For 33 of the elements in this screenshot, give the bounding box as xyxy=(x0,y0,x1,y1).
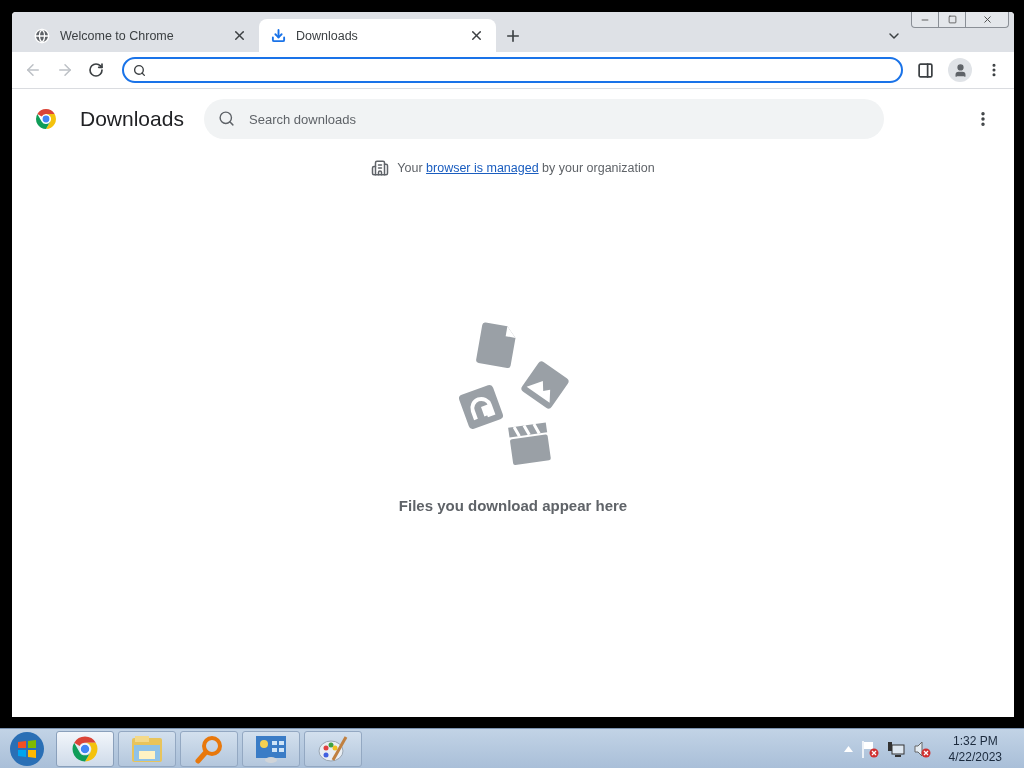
taskbar-app-button[interactable] xyxy=(304,730,362,767)
control-panel-icon xyxy=(255,733,287,764)
page-title: Downloads xyxy=(80,107,185,131)
side-panel-icon[interactable] xyxy=(917,61,934,79)
folder-icon xyxy=(131,734,163,763)
building-icon xyxy=(371,159,390,177)
managed-notice: Your browser is managed by your organization xyxy=(397,161,655,175)
taskbar-app-button[interactable] xyxy=(56,730,114,767)
browser-tab[interactable]: Downloads xyxy=(259,19,496,52)
clock[interactable]: 1:32 PM 4/22/2023 xyxy=(948,732,1002,765)
download-icon xyxy=(271,28,286,43)
search-icon xyxy=(218,110,235,127)
profile-button[interactable] xyxy=(948,58,972,82)
maximize-icon[interactable] xyxy=(947,15,957,24)
volume-muted-icon[interactable] xyxy=(912,739,931,758)
search-field[interactable]: Search downloads xyxy=(204,99,884,139)
close-tab-icon[interactable] xyxy=(232,28,247,43)
reload-icon[interactable] xyxy=(88,62,104,78)
network-icon[interactable] xyxy=(886,739,905,758)
close-tab-icon[interactable] xyxy=(469,28,484,43)
windows-orb-icon xyxy=(9,730,45,767)
address-bar[interactable] xyxy=(122,57,903,83)
flag-error-icon[interactable] xyxy=(860,739,879,758)
taskbar-app-button[interactable] xyxy=(242,730,300,767)
empty-message: Files you download appear here xyxy=(398,496,628,514)
magnifier-icon xyxy=(194,733,224,764)
managed-link[interactable]: browser is managed xyxy=(426,161,539,175)
search-icon xyxy=(133,63,146,77)
globe-icon xyxy=(34,27,50,44)
chrome-logo-icon xyxy=(34,107,58,131)
browser-tab[interactable]: Welcome to Chrome xyxy=(22,19,259,52)
person-icon xyxy=(952,62,968,78)
close-icon[interactable] xyxy=(981,14,993,25)
